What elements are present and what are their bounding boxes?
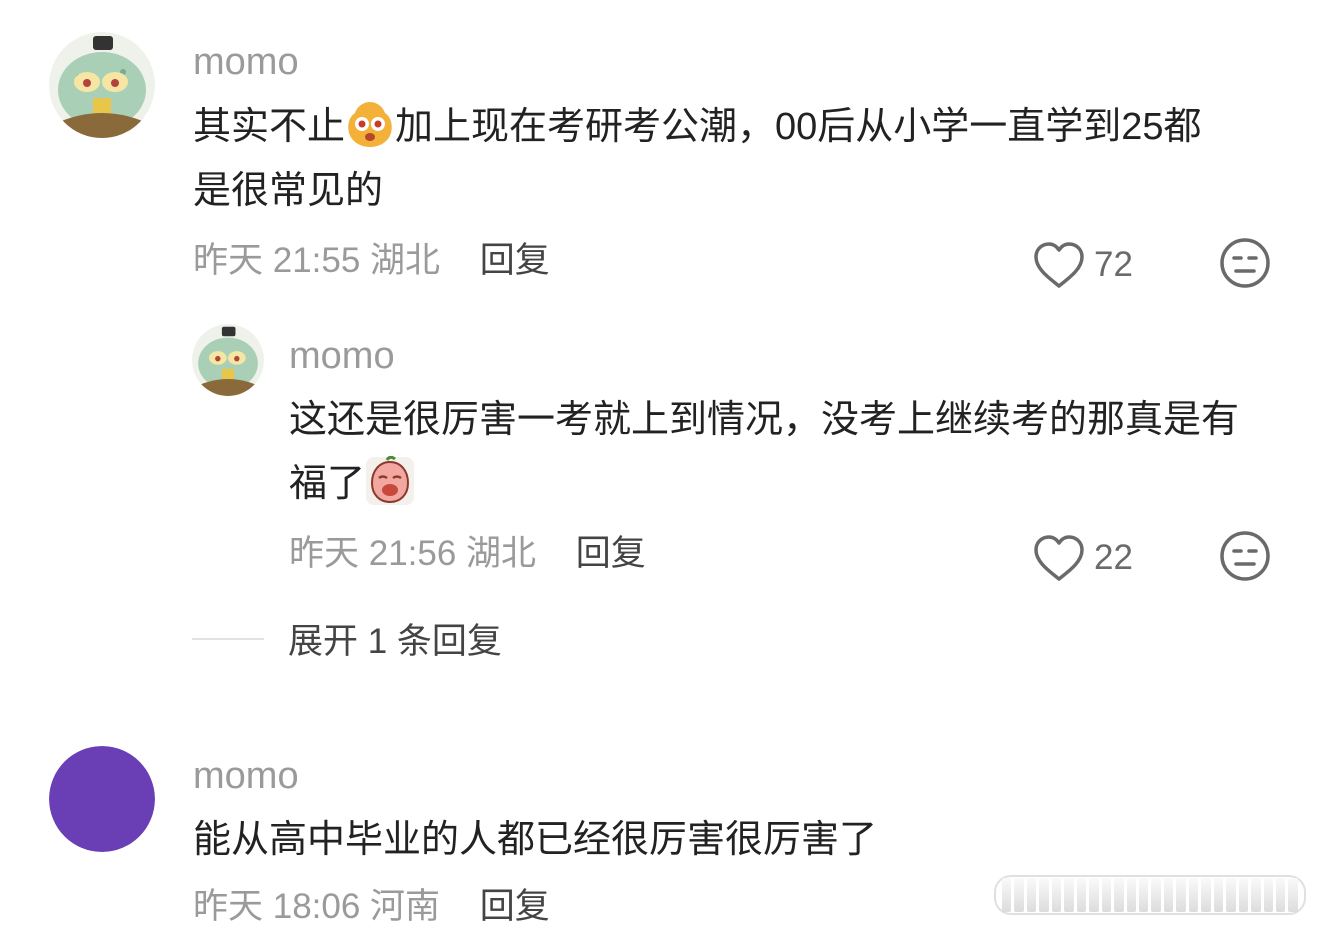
reply-button[interactable]: 回复 — [480, 885, 550, 929]
username[interactable]: momo — [193, 754, 299, 798]
comment-meta: 昨天 18:06 河南 回复 — [193, 885, 550, 929]
avatar[interactable] — [49, 746, 155, 852]
crying-face-emoji-icon — [365, 456, 415, 506]
comment-location: 湖北 — [370, 241, 441, 280]
avatar[interactable] — [192, 324, 264, 396]
divider — [192, 637, 264, 640]
heart-icon — [1032, 533, 1086, 583]
like-count: 22 — [1094, 538, 1133, 577]
comment-text: 其实不止 加上现在考研考公潮，00后从小学一直学到25都是很常见的 — [193, 95, 1233, 223]
shocked-face-emoji-icon — [345, 99, 395, 149]
comment-text-part: 这还是很厉害一考就上到情况，没考上继续考的那真是有福了 — [289, 399, 1240, 505]
like-button[interactable]: 72 — [1032, 240, 1133, 290]
comment-text-part: 能从高中毕业的人都已经很厉害很厉害了 — [193, 819, 878, 861]
comment-text-part: 其实不止 — [193, 106, 346, 148]
comment-time: 昨天 18:06 — [193, 887, 361, 926]
expand-replies-label: 展开 1 条回复 — [288, 622, 502, 661]
dislike-button[interactable] — [1218, 236, 1272, 290]
username[interactable]: momo — [289, 334, 395, 378]
comment-location: 河南 — [370, 887, 441, 926]
expand-replies-button[interactable]: 展开 1 条回复 — [192, 613, 502, 664]
comment-text: 这还是很厉害一考就上到情况，没考上继续考的那真是有福了 — [289, 388, 1259, 516]
reply-button[interactable]: 回复 — [480, 239, 550, 283]
like-count: 72 — [1094, 245, 1133, 284]
neutral-face-icon — [1218, 236, 1272, 290]
comment-time: 昨天 21:56 — [289, 534, 457, 573]
heart-icon — [1032, 240, 1086, 290]
avatar[interactable] — [49, 32, 155, 138]
reply-button[interactable]: 回复 — [576, 532, 646, 576]
comment-location: 湖北 — [466, 534, 537, 573]
comment-text: 能从高中毕业的人都已经很厉害很厉害了 — [193, 808, 1233, 872]
comment-meta: 昨天 21:56 湖北 回复 — [289, 532, 646, 576]
comment-meta: 昨天 21:55 湖北 回复 — [193, 239, 550, 283]
comment-time: 昨天 21:55 — [193, 241, 361, 280]
username[interactable]: momo — [193, 40, 299, 84]
dislike-button[interactable] — [1218, 529, 1272, 583]
neutral-face-icon — [1218, 529, 1272, 583]
like-button[interactable]: 22 — [1032, 533, 1133, 583]
watermark — [994, 875, 1306, 915]
